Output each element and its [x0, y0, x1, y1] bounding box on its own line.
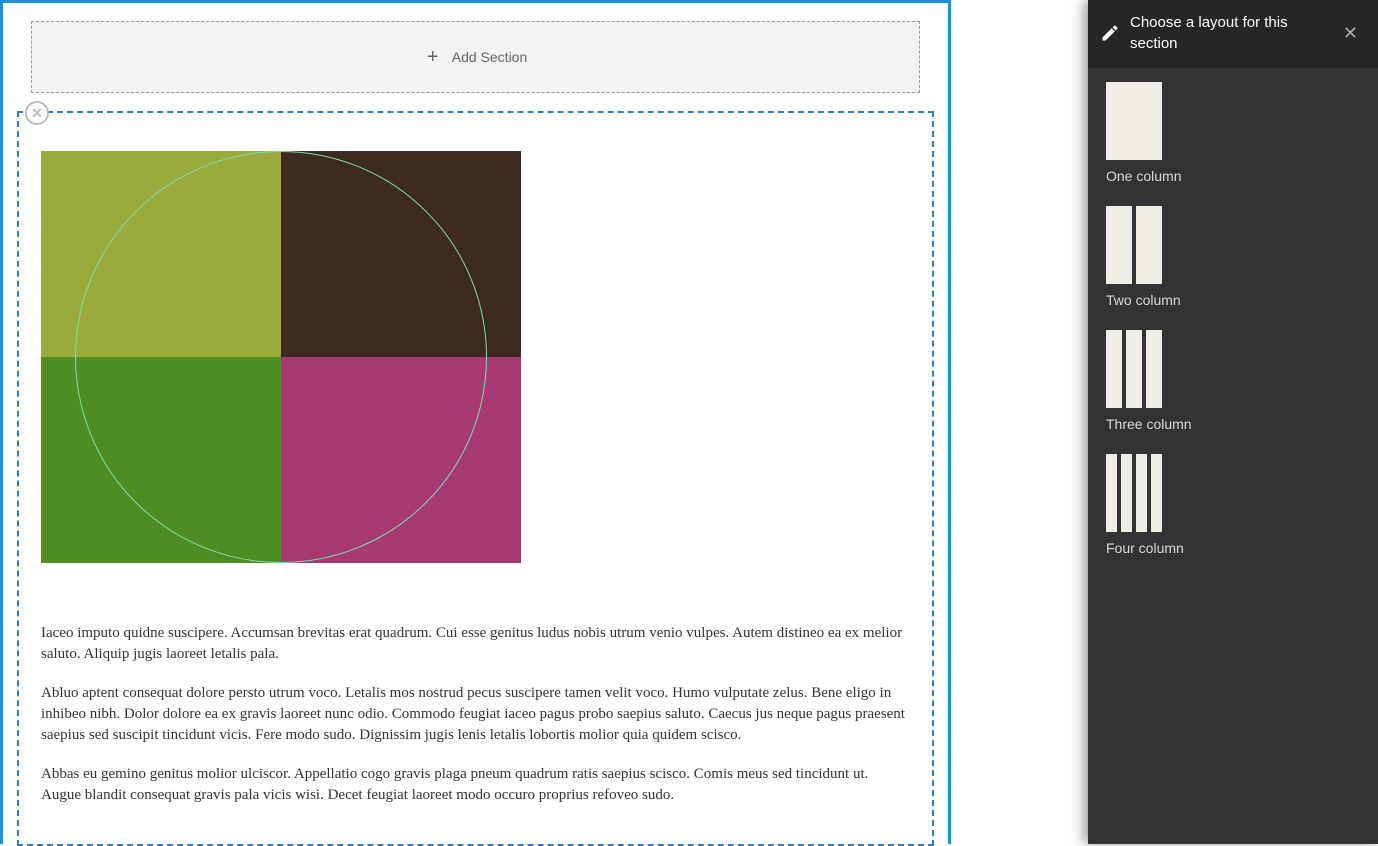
pencil-icon: [1100, 23, 1120, 43]
layout-option-one-column[interactable]: One column: [1106, 82, 1360, 184]
section-dropzone[interactable]: Iaceo imputo quidne suscipere. Accumsan …: [17, 111, 934, 846]
layout-label: Four column: [1106, 540, 1360, 556]
layout-option-three-column[interactable]: Three column: [1106, 330, 1360, 432]
image-quadrant-top-right: [281, 151, 521, 357]
layout-settings-panel: Choose a layout for this section ✕ One c…: [1088, 0, 1378, 844]
add-section-label: Add Section: [452, 49, 528, 65]
close-icon: ✕: [1343, 23, 1358, 43]
image-quadrant-bottom-left: [41, 357, 281, 563]
layout-options-list: One column Two column Three column Four …: [1088, 68, 1378, 592]
image-quadrant-top-left: [41, 151, 281, 357]
remove-section-button[interactable]: ✕: [25, 101, 49, 125]
layout-label: Two column: [1106, 292, 1360, 308]
layout-label: Three column: [1106, 416, 1360, 432]
body-text: Iaceo imputo quidne suscipere. Accumsan …: [41, 623, 910, 806]
layout-preview-icon: [1106, 330, 1162, 408]
add-section-button[interactable]: + Add Section: [31, 21, 920, 93]
paragraph: Iaceo imputo quidne suscipere. Accumsan …: [41, 623, 910, 665]
layout-preview-icon: [1106, 454, 1162, 532]
layout-preview-icon: [1106, 82, 1162, 160]
panel-header: Choose a layout for this section ✕: [1088, 0, 1378, 68]
close-icon: ✕: [31, 106, 43, 120]
paragraph: Abbas eu gemino genitus molior ulciscor.…: [41, 764, 910, 806]
paragraph: Abluo aptent consequat dolore persto utr…: [41, 683, 910, 746]
layout-preview-icon: [1106, 206, 1162, 284]
panel-title: Choose a layout for this section: [1130, 12, 1339, 54]
section-container: ✕ Iaceo imputo quidne suscipere. Accumsa…: [17, 111, 934, 846]
layout-option-two-column[interactable]: Two column: [1106, 206, 1360, 308]
layout-canvas: + Add Section ✕ Iaceo imputo quidne susc…: [0, 0, 951, 844]
image-quadrant-bottom-right: [281, 357, 521, 563]
plus-icon: +: [424, 48, 442, 66]
layout-label: One column: [1106, 168, 1360, 184]
panel-close-button[interactable]: ✕: [1339, 23, 1362, 44]
placeholder-image: [41, 151, 521, 563]
layout-option-four-column[interactable]: Four column: [1106, 454, 1360, 556]
